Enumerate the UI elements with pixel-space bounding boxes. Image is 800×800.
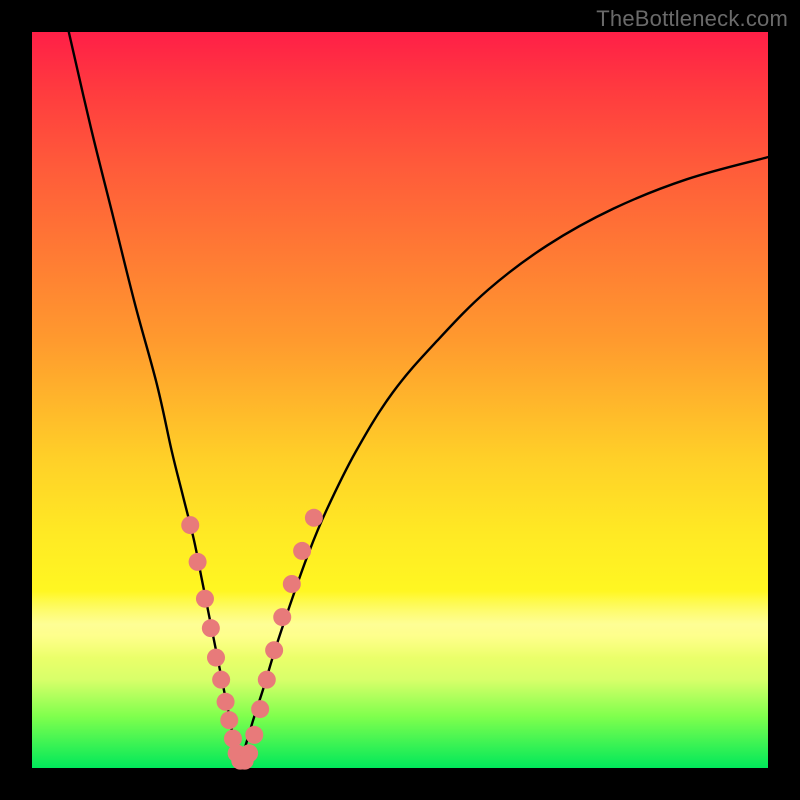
- highlight-dot: [220, 711, 238, 729]
- highlight-dot: [202, 619, 220, 637]
- watermark-text: TheBottleneck.com: [596, 6, 788, 32]
- curve-layer: [32, 32, 768, 768]
- highlight-dot: [212, 671, 230, 689]
- highlight-dot: [245, 726, 263, 744]
- highlight-dot: [251, 700, 269, 718]
- curve-right-branch: [238, 157, 768, 768]
- highlight-dot: [207, 649, 225, 667]
- chart-frame: TheBottleneck.com: [0, 0, 800, 800]
- highlight-dot: [273, 608, 291, 626]
- highlight-dot: [293, 542, 311, 560]
- highlight-dots-group: [181, 509, 323, 770]
- highlight-dot: [196, 590, 214, 608]
- highlight-dot: [283, 575, 301, 593]
- highlight-dot: [305, 509, 323, 527]
- highlight-dot: [265, 641, 283, 659]
- highlight-dot: [189, 553, 207, 571]
- highlight-dot: [217, 693, 235, 711]
- highlight-dot: [240, 744, 258, 762]
- highlight-dot: [258, 671, 276, 689]
- highlight-dot: [181, 516, 199, 534]
- plot-area: [32, 32, 768, 768]
